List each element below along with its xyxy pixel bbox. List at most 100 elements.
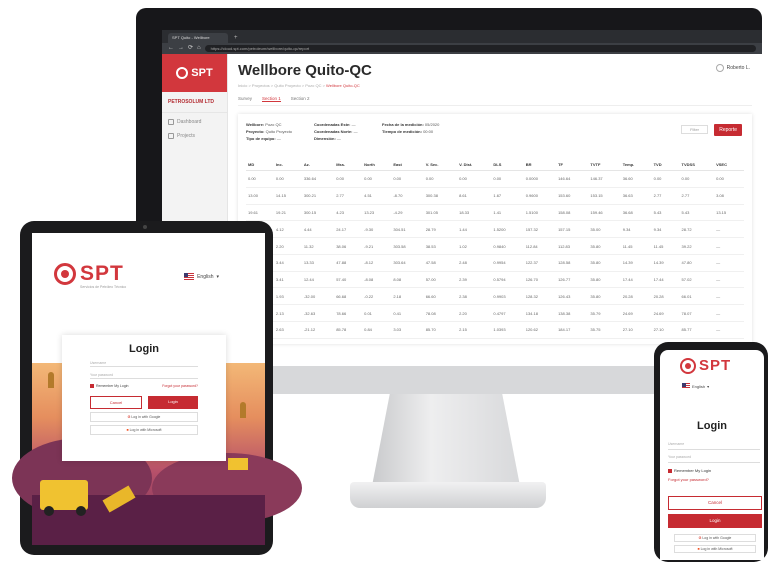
tab-section-2[interactable]: Section 2	[291, 96, 310, 102]
browser-tab-strip: SPT Quito - Wellbore +	[162, 30, 762, 43]
column-header[interactable]: Mss.	[334, 159, 363, 171]
table-cell: 13.33	[301, 254, 335, 272]
tablet-login-card: Login Username Your password Remember My…	[62, 335, 226, 461]
filter-field: Wellbore: Pozo QC	[246, 122, 282, 127]
table-row[interactable]: 19.61 19.21 300.15 4.23 13.23 -4.29 301.05 18.3…	[246, 204, 744, 222]
table-cell: 5.43	[679, 204, 715, 222]
column-header[interactable]: DLS	[491, 159, 524, 171]
table-cell: 19.21	[273, 204, 302, 222]
reload-icon[interactable]: ⟳	[188, 43, 193, 54]
table-cell: 158.08	[556, 204, 589, 222]
tab-section-1[interactable]: Section 1	[262, 96, 281, 102]
cancel-button[interactable]: Cancel	[90, 396, 142, 410]
table-cell: -4.29	[391, 204, 424, 222]
table-cell: 2.13	[273, 304, 302, 323]
table-cell: 47.88	[334, 254, 363, 272]
table-cell: -9.30	[362, 220, 392, 239]
column-header[interactable]: TF	[556, 159, 589, 171]
company-name[interactable]: PETROSOLUM LTD	[162, 92, 227, 113]
column-header[interactable]: VSEC	[714, 159, 744, 171]
cancel-button[interactable]: Cancel	[668, 496, 762, 510]
table-cell: 35.79	[588, 304, 621, 323]
column-header[interactable]: TVDSS	[679, 159, 715, 171]
table-cell: 0.9954	[491, 254, 524, 272]
home-icon[interactable]: ⌂	[197, 43, 201, 54]
report-button[interactable]: Reporte	[714, 124, 742, 136]
table-row[interactable]: 11.033.4413.3347.88-8.12303.6447.582.480…	[246, 254, 744, 272]
column-header[interactable]: BR	[523, 159, 557, 171]
table-cell: 14.15	[273, 187, 302, 205]
table-cell: 1.44	[457, 220, 492, 239]
new-tab-icon[interactable]: +	[234, 33, 238, 43]
table-cell: 0.00	[246, 170, 274, 188]
browser-tab[interactable]: SPT Quito - Wellbore	[168, 33, 228, 43]
table-row[interactable]: 19.042.13-32.6378.660.010.4178.082.200.4…	[246, 304, 744, 323]
table-row[interactable]: 11.073.4112.4457.40-8.088.0857.002.390.5…	[246, 271, 744, 289]
table-row[interactable]: 0.00 0.00 336.64 0.00 0.00 0.00 0.00 0.00 0.00 0.…	[246, 170, 744, 188]
column-header[interactable]: V. Sec.	[423, 159, 458, 171]
column-header[interactable]: TVD	[651, 159, 680, 171]
sidebar-item-projects[interactable]: Projects	[162, 127, 227, 141]
login-button[interactable]: Login	[148, 396, 198, 410]
remember-checkbox[interactable]: Remember My Login	[668, 468, 711, 473]
column-header[interactable]: MD	[246, 159, 274, 171]
column-header[interactable]: Az.	[301, 159, 335, 171]
table-row[interactable]: 19.421.93-32.0066.68-0.222.1866.602.380.…	[246, 287, 744, 306]
table-cell: 14.39	[651, 254, 680, 272]
column-header[interactable]: V. Dist.	[457, 159, 492, 171]
logo-text: SPT	[80, 262, 124, 285]
forgot-password-link[interactable]: Forgot your password?	[668, 477, 709, 482]
table-cell: 35.75	[588, 321, 621, 339]
table-row[interactable]: 13.00 14.15 300.21 2.77 4.51 -8.70 300.38 8.61 1…	[246, 187, 744, 205]
language-select[interactable]: English ▾	[682, 383, 709, 389]
remember-checkbox[interactable]: Remember My Login	[90, 384, 128, 389]
column-header[interactable]: TVTF	[588, 159, 621, 171]
device-mockup-scene: SPT Quito - Wellbore + ← → ⟳ ⌂ https://c…	[0, 0, 768, 562]
table-cell: 0.00	[714, 170, 744, 188]
table-cell: 13.00	[246, 187, 274, 205]
password-field[interactable]: Your password	[90, 371, 198, 379]
column-header[interactable]: East	[391, 159, 424, 171]
column-header[interactable]: Inc.	[273, 159, 302, 171]
breadcrumb-path[interactable]: Inicio > Proyectos > Quito Proyecto > Po…	[238, 83, 326, 88]
password-field[interactable]: Your password	[668, 455, 760, 463]
address-bar[interactable]: https://cloud.spt.com/petroleum/wellbore…	[204, 45, 756, 52]
tab-survey[interactable]: Survey	[238, 96, 252, 102]
table-row[interactable]: 19.624.124.4424.17-9.30304.5128.791.441.…	[246, 220, 744, 239]
table-cell: 1.02	[457, 237, 492, 255]
table-row[interactable]: 11.122.2011.3238.06-9.21303.5838.531.020…	[246, 237, 744, 255]
table-cell: 0.5794	[491, 271, 524, 289]
username-field[interactable]: Username	[668, 442, 760, 450]
sidebar-item-dashboard[interactable]: Dashboard	[162, 113, 227, 127]
table-cell: 18.33	[457, 204, 492, 222]
report-filter-select[interactable]: Filter	[681, 125, 708, 134]
username-field[interactable]: Username	[90, 359, 198, 367]
forward-icon[interactable]: →	[178, 43, 184, 54]
table-cell: —	[714, 271, 744, 289]
table-row[interactable]: 19.482.63-21.1285.780.843.0385.702.151.0…	[246, 321, 744, 339]
table-cell: 3.08	[714, 187, 744, 205]
microsoft-login-button[interactable]: ■ Log in with Microsoft	[90, 425, 198, 436]
table-cell: 303.58	[391, 237, 424, 255]
table-cell: 14.39	[620, 254, 652, 272]
table-cell: 2.77	[334, 187, 363, 205]
column-header[interactable]: Temp.	[620, 159, 652, 171]
sidebar-logo[interactable]: SPT	[162, 54, 227, 92]
filter-field: Proyecto: Quito Proyecto	[246, 129, 293, 134]
table-cell: 0.00	[273, 170, 302, 188]
language-select[interactable]: English ▾	[184, 273, 219, 280]
table-cell: 157.32	[523, 220, 557, 239]
forgot-password-link[interactable]: Forgot your password?	[162, 384, 198, 388]
table-cell: 85.70	[423, 321, 458, 339]
google-icon: G	[127, 415, 131, 420]
google-login-button[interactable]: G Log in with Google	[674, 534, 756, 542]
microsoft-login-button[interactable]: ■ Log in with Microsoft	[674, 545, 756, 553]
back-icon[interactable]: ←	[168, 43, 174, 54]
page-title: Wellbore Quito-QC	[238, 62, 372, 79]
column-header[interactable]: North	[362, 159, 392, 171]
user-menu[interactable]: Roberto L.	[715, 64, 750, 72]
table-cell: -0.22	[362, 287, 392, 306]
table-cell: 27.10	[651, 321, 680, 339]
login-button[interactable]: Login	[668, 514, 762, 528]
google-login-button[interactable]: G Log in with Google	[90, 412, 198, 423]
